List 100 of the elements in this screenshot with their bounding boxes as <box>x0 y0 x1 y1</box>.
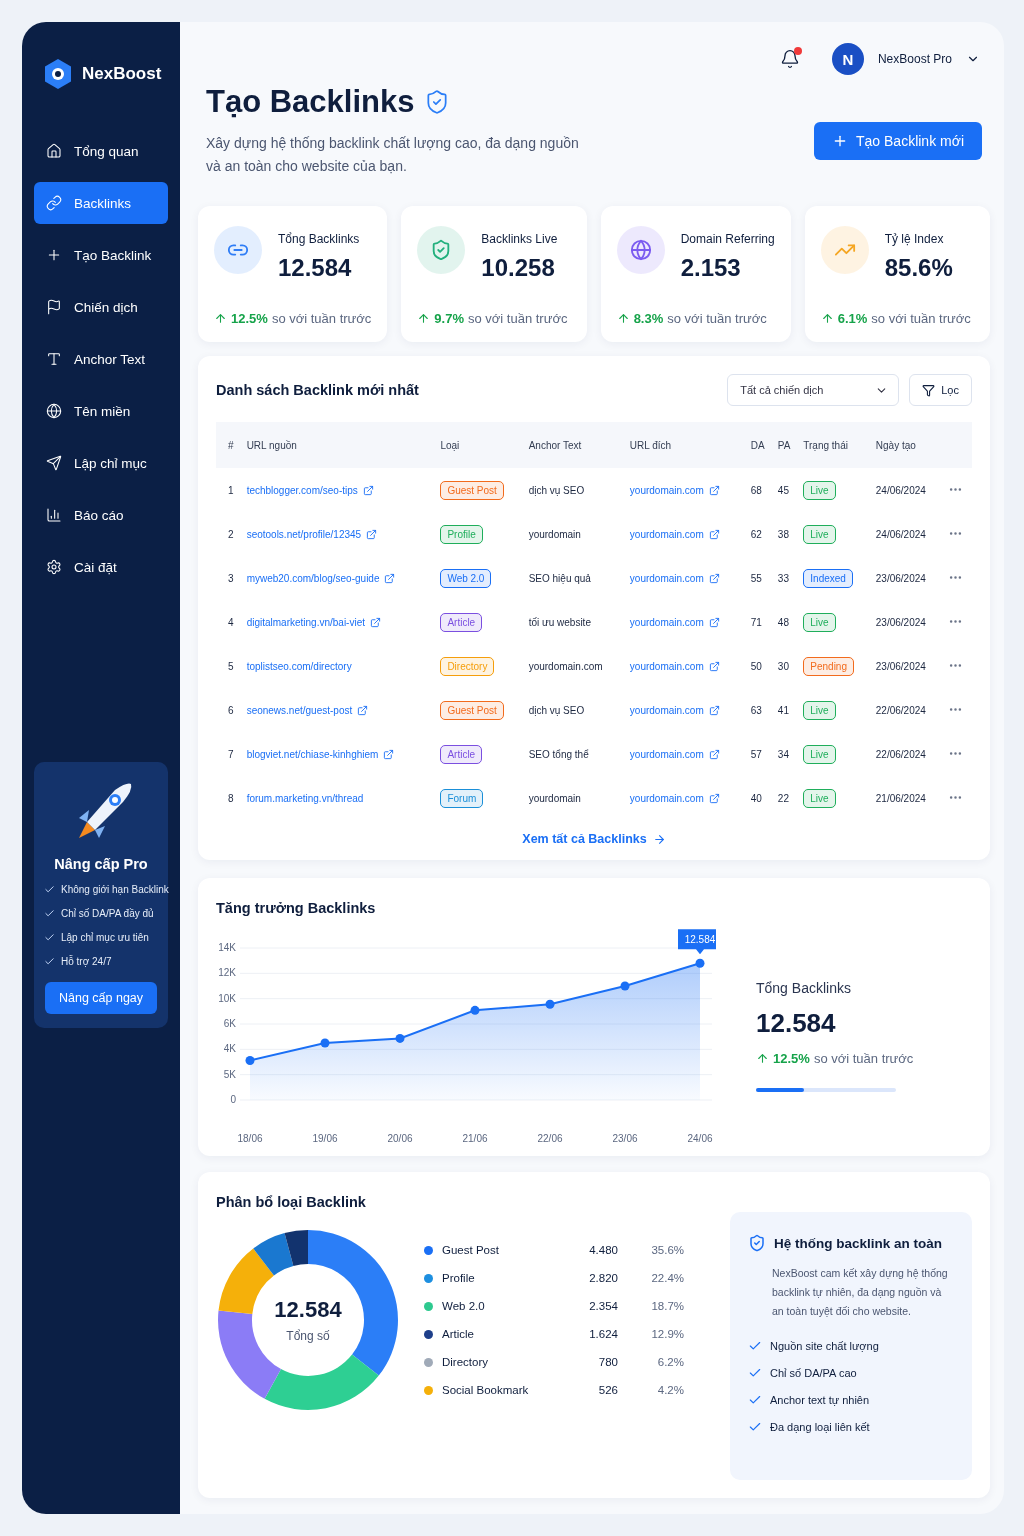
target-link[interactable]: yourdomain.com <box>629 528 720 540</box>
change-caption: so với tuần trước <box>271 311 372 326</box>
table-cell-text: 48 <box>776 615 790 630</box>
table-cell-text: 41 <box>776 703 790 718</box>
legend-percent: 6.2% <box>656 1356 684 1368</box>
nav-item[interactable]: Chiến dịch <box>34 286 168 328</box>
upgrade-title: Nâng cấp Pro <box>54 856 148 872</box>
check-icon <box>748 1339 762 1353</box>
change-value: 8.3% <box>633 311 664 326</box>
new-backlink-button[interactable]: Tạo Backlink mới <box>814 122 982 160</box>
check-icon <box>44 884 55 895</box>
notification-icon[interactable] <box>779 49 800 69</box>
table-cell: dịch vụ SEO <box>524 468 626 512</box>
data-point <box>545 999 555 1009</box>
source-link[interactable]: toplistseo.com/directory <box>246 660 352 672</box>
legend-count: 780 <box>597 1356 618 1368</box>
total-value: 12.584 <box>274 1297 342 1323</box>
data-point <box>320 1038 330 1048</box>
table-cell-text: 4 <box>227 615 235 630</box>
target-link[interactable]: yourdomain.com <box>629 572 720 584</box>
nav-icon <box>46 403 62 419</box>
target-link[interactable]: yourdomain.com <box>629 748 720 760</box>
column-header: Loại <box>436 422 525 468</box>
column-header: Ngày tạo <box>871 422 944 468</box>
source-link[interactable]: myweb20.com/blog/seo-guide <box>246 572 396 584</box>
nav-icon <box>46 351 62 367</box>
arrow-up-icon <box>417 312 431 325</box>
source-link[interactable]: techblogger.com/seo-tips <box>246 484 374 496</box>
stat-label: Domain Referring <box>680 232 775 246</box>
target-link[interactable]: yourdomain.com <box>629 792 720 804</box>
axis-label: 5K <box>223 1068 236 1080</box>
nav-item[interactable]: Tên miền <box>34 390 168 432</box>
user-avatar[interactable]: N <box>831 43 864 75</box>
table-cell-text: 57 <box>749 747 763 762</box>
table-cell-text: 34 <box>776 747 790 762</box>
stat-value: 2.153 <box>680 254 742 282</box>
stat-value: 12.584 <box>278 254 353 282</box>
nav-item[interactable]: Báo cáo <box>34 494 168 536</box>
change-value: 6.1% <box>837 311 868 326</box>
table-cell-text: 2 <box>227 527 235 542</box>
target-link[interactable]: yourdomain.com <box>629 616 720 628</box>
nav-item[interactable]: Cài đặt <box>34 546 168 588</box>
external-link-icon <box>708 528 720 540</box>
nav-item[interactable]: Backlinks <box>34 182 168 224</box>
check-icon <box>748 1366 762 1380</box>
type-tag: Profile <box>440 524 483 544</box>
nav-item[interactable]: Lập chỉ mục <box>34 442 168 484</box>
change-value: 12.5% <box>231 311 268 326</box>
nav-item[interactable]: Tổng quan <box>34 130 168 172</box>
status-tag: Live <box>803 524 836 544</box>
card-title: Phân bổ loại Backlink <box>216 1194 367 1210</box>
upgrade-button[interactable]: Nâng cấp ngay <box>44 982 158 1014</box>
table-cell-text: 21/06/2024 <box>874 791 927 806</box>
table-cell-text: 3 <box>227 571 235 586</box>
legend-percent: 22.4% <box>650 1272 684 1284</box>
summary-label: Tổng Backlinks <box>756 980 852 996</box>
check-icon <box>44 932 55 943</box>
source-link[interactable]: blogviet.net/chiase-kinhghiem <box>246 748 395 760</box>
table-cell-text: 71 <box>749 615 763 630</box>
table-cell-text: tối ưu website <box>527 615 592 630</box>
axis-label: 6K <box>223 1018 236 1029</box>
nav-item[interactable]: Tạo Backlink <box>34 234 168 276</box>
plus-icon <box>832 133 848 149</box>
campaign-select[interactable]: Tất cả chiến dịch <box>727 374 900 406</box>
target-link[interactable]: yourdomain.com <box>629 704 720 716</box>
legend-count: 2.354 <box>588 1300 618 1312</box>
source-link[interactable]: digitalmarketing.vn/bai-viet <box>246 616 381 628</box>
column-header: Trạng thái <box>799 422 872 468</box>
table-cell-text: 23/06/2024 <box>874 571 927 586</box>
target-link[interactable]: yourdomain.com <box>629 484 720 496</box>
axis-label: 19/06 <box>312 1133 338 1144</box>
user-name[interactable]: NexBoost Pro <box>877 52 952 66</box>
legend-label: Social Bookmark <box>442 1384 530 1396</box>
check-icon <box>44 908 55 919</box>
feature-text: Hỗ trợ 24/7 <box>61 956 112 967</box>
nav-icon <box>46 247 62 263</box>
status-tag: Pending <box>803 656 854 676</box>
table-cell-text: 38 <box>776 527 790 542</box>
table-cell-text: SEO tổng thể <box>527 747 590 762</box>
nav-item[interactable]: Anchor Text <box>34 338 168 380</box>
view-all-link[interactable]: Xem tất cả Backlinks <box>522 832 666 846</box>
source-link[interactable]: seotools.net/profile/12345 <box>246 528 378 540</box>
source-link[interactable]: forum.marketing.vn/thread <box>246 792 364 804</box>
table-cell-text: 30 <box>776 659 790 674</box>
target-link[interactable]: yourdomain.com <box>629 660 720 672</box>
legend-label: Guest Post <box>442 1244 500 1256</box>
panel-title: Hệ thống backlink an toàn <box>774 1235 943 1251</box>
axis-label: 22/06 <box>537 1133 563 1144</box>
data-point <box>470 1005 480 1015</box>
filter-button[interactable]: Lọc <box>909 374 972 406</box>
source-link[interactable]: seonews.net/guest-post <box>246 704 369 716</box>
filter-icon <box>922 383 936 397</box>
change-caption: so với tuần trước <box>813 1051 914 1066</box>
nav-icon <box>46 507 62 523</box>
table-cell-text: yourdomain <box>527 791 582 806</box>
table-cell-text: 23/06/2024 <box>874 615 927 630</box>
axis-label: 12K <box>218 967 236 979</box>
table-cell: 68 <box>746 468 774 512</box>
external-link-icon <box>708 660 720 672</box>
legend-count: 526 <box>597 1384 618 1396</box>
